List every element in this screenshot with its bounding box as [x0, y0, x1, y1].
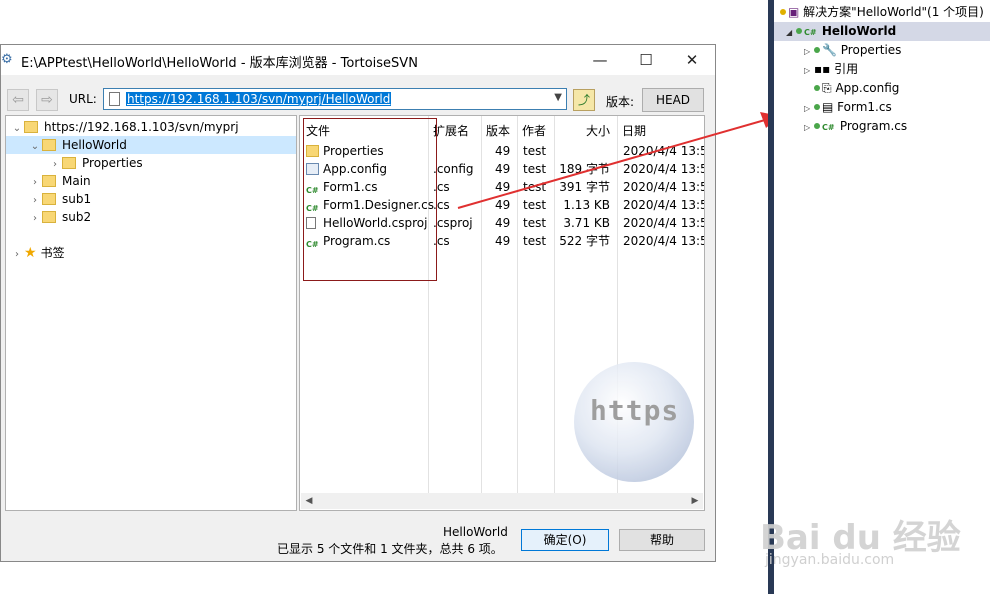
- baidu-watermark-site: jingyan.baidu.com: [765, 552, 895, 568]
- se-item-label: Program.cs: [839, 119, 908, 133]
- solution-explorer: ▣ 解决方案"HelloWorld"(1 个项目) ◢ C# HelloWorld…: [774, 0, 990, 594]
- se-item-label: Properties: [840, 43, 902, 57]
- wrench-icon: 🔧: [822, 43, 837, 57]
- config-file-icon: ⎘: [822, 81, 832, 95]
- se-solution-node[interactable]: ▣ 解决方案"HelloWorld"(1 个项目): [780, 3, 984, 22]
- se-item-label: Form1.cs: [837, 100, 892, 114]
- chevron-right-icon[interactable]: ▷: [804, 42, 814, 61]
- chevron-down-icon[interactable]: ◢: [786, 23, 796, 42]
- chevron-right-icon[interactable]: ▷: [804, 99, 814, 118]
- status-dot-icon: [814, 104, 820, 110]
- se-project-node[interactable]: ◢ C# HelloWorld: [774, 22, 990, 41]
- se-item-appconfig[interactable]: ⎘ App.config: [814, 79, 899, 98]
- references-icon: ▪▪: [814, 62, 831, 76]
- se-item-references[interactable]: ▷ ▪▪ 引用: [804, 60, 858, 79]
- se-item-label: 引用: [834, 62, 859, 76]
- se-item-properties[interactable]: ▷ 🔧 Properties: [804, 41, 901, 60]
- csharp-file-icon: C#: [822, 123, 835, 132]
- status-dot-icon: [796, 28, 802, 34]
- se-project-label: HelloWorld: [821, 24, 897, 38]
- form-icon: ▤: [822, 100, 834, 114]
- status-dot-icon: [814, 123, 820, 129]
- se-item-label: App.config: [835, 81, 900, 95]
- status-dot-icon: [814, 47, 820, 53]
- chevron-right-icon[interactable]: ▷: [804, 61, 814, 80]
- status-dot-icon: [814, 85, 820, 91]
- chevron-right-icon[interactable]: ▷: [804, 118, 814, 137]
- se-solution-label: 解决方案"HelloWorld"(1 个项目): [803, 5, 984, 19]
- se-item-program[interactable]: ▷ C# Program.cs: [804, 117, 907, 136]
- status-dot-icon: [780, 9, 786, 15]
- solution-icon: ▣: [788, 5, 800, 19]
- csharp-project-icon: C#: [804, 28, 817, 37]
- se-item-form1[interactable]: ▷ ▤ Form1.cs: [804, 98, 892, 117]
